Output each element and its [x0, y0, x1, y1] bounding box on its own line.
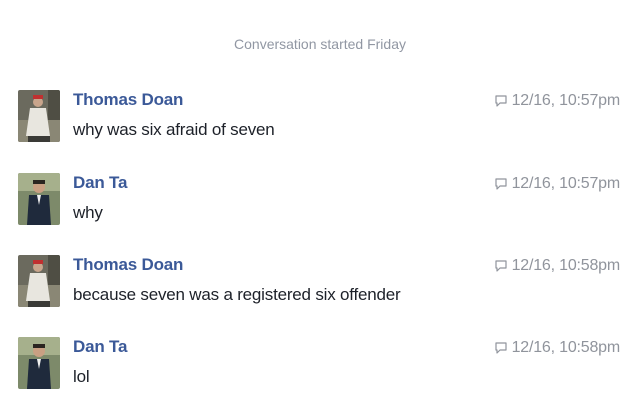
speech-bubble-icon — [494, 177, 508, 191]
message-item: Dan Ta why 12/16, 10:57pm — [18, 173, 624, 229]
message-meta: 12/16, 10:57pm — [494, 92, 620, 110]
sender-name[interactable]: Dan Ta — [73, 337, 127, 357]
message-timestamp: 12/16, 10:57pm — [511, 175, 621, 192]
message-meta: 12/16, 10:57pm — [494, 175, 620, 193]
message-text: why was six afraid of seven — [73, 120, 275, 139]
message-item: Thomas Doan why was six afraid of seven … — [18, 90, 624, 146]
message-timestamp: 12/16, 10:58pm — [511, 257, 621, 274]
sender-name[interactable]: Dan Ta — [73, 173, 127, 193]
thomas-avatar[interactable] — [18, 90, 60, 142]
message-text: why — [73, 203, 103, 222]
message-item: Thomas Doan because seven was a register… — [18, 255, 624, 311]
sender-name[interactable]: Thomas Doan — [73, 255, 183, 275]
message-meta: 12/16, 10:58pm — [494, 339, 620, 357]
message-item: Dan Ta lol 12/16, 10:58pm — [18, 337, 624, 393]
conversation-started-label: Conversation started Friday — [234, 36, 406, 52]
message-meta: 12/16, 10:58pm — [494, 257, 620, 275]
sender-name[interactable]: Thomas Doan — [73, 90, 183, 110]
message-text: because seven was a registered six offen… — [73, 285, 401, 304]
speech-bubble-icon — [494, 341, 508, 355]
speech-bubble-icon — [494, 94, 508, 108]
dan-avatar[interactable] — [18, 337, 60, 389]
dan-avatar[interactable] — [18, 173, 60, 225]
thomas-avatar[interactable] — [18, 255, 60, 307]
message-timestamp: 12/16, 10:57pm — [511, 92, 621, 109]
message-timestamp: 12/16, 10:58pm — [511, 339, 621, 356]
conversation-view: Conversation started Friday Thomas Doan … — [0, 0, 640, 400]
speech-bubble-icon — [494, 259, 508, 273]
message-text: lol — [73, 367, 90, 386]
